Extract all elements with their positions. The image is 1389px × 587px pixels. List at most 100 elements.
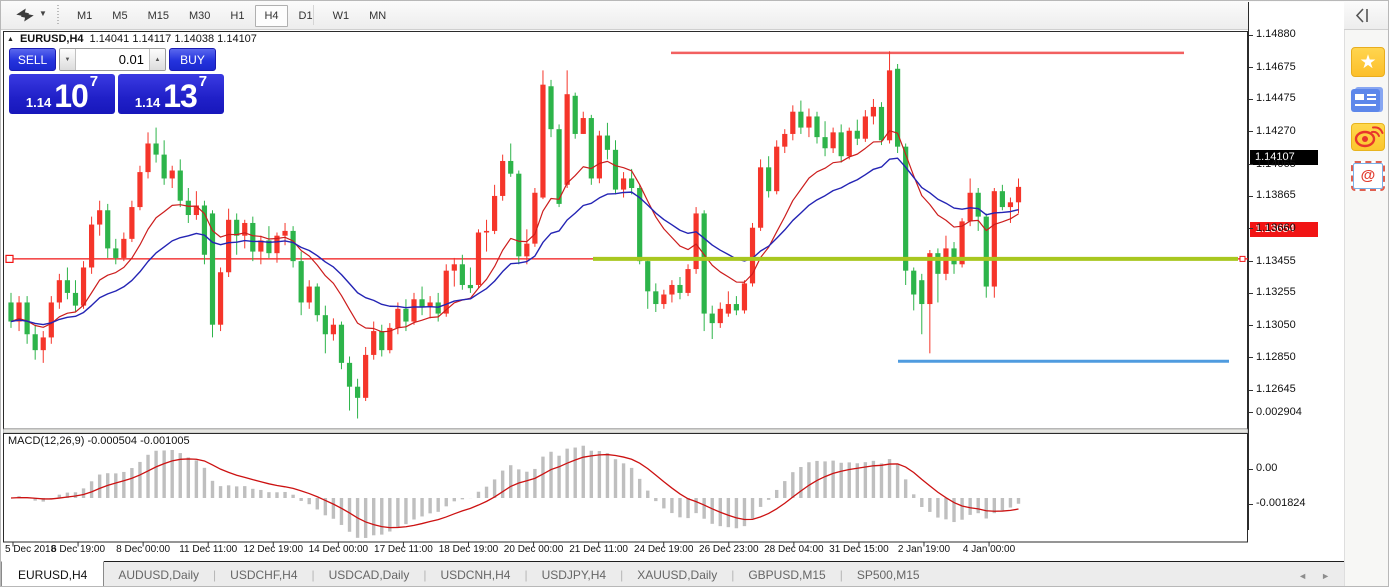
axis-tick-mark (1249, 131, 1253, 132)
tab-scroll-controls: ◄ ► (1298, 562, 1330, 587)
volume-input[interactable] (76, 49, 149, 70)
sell-button[interactable]: SELL (9, 48, 56, 71)
toolbar-drag-handle[interactable] (56, 5, 60, 26)
chart-tool-icon[interactable] (13, 6, 37, 24)
tab-sp500-m15[interactable]: SP500,M15 (843, 562, 934, 587)
tab-eurusd-h4[interactable]: EURUSD,H4 (1, 561, 104, 587)
time-tick-label: 28 Dec 04:00 (764, 544, 824, 555)
ask-pipette: 7 (199, 76, 207, 88)
trading-platform-window: ▼ M1M5M15M30H1H4D1W1MN ▲ EURUSD,H4 1.140… (0, 0, 1389, 587)
price-tick-label: 1.13255 (1256, 286, 1296, 298)
price-tick-label: 1.14065 (1256, 158, 1296, 170)
favorites-star-icon[interactable]: ★ (1351, 47, 1385, 77)
timeframe-buttons: M1M5M15M30H1H4D1W1MN (67, 4, 396, 27)
axis-tick-mark (1249, 357, 1253, 358)
sell-price-display[interactable]: 1.14 10 7 (9, 74, 115, 114)
chevron-down-icon[interactable]: ▼ (39, 9, 47, 18)
price-tick-label: 1.13050 (1256, 319, 1296, 331)
tab-xauusd-daily[interactable]: XAUUSD,Daily (623, 562, 731, 587)
time-tick-label: 11 Dec 11:00 (179, 544, 237, 555)
tf-button-d1[interactable]: D1 (290, 5, 322, 27)
time-tick-label: 17 Dec 11:00 (374, 544, 433, 555)
tab-usdcnh-h4[interactable]: USDCNH,H4 (426, 562, 524, 587)
bid-pipette: 7 (90, 76, 98, 88)
axis-tick-mark (1249, 196, 1253, 197)
scroll-right-icon[interactable]: ► (1321, 571, 1330, 581)
chart-title: ▲ EURUSD,H4 1.14041 1.14117 1.14038 1.14… (7, 33, 257, 45)
email-at-icon[interactable]: @ (1351, 161, 1385, 191)
volume-increase-button[interactable]: ▲ (149, 49, 165, 70)
time-tick-label: 31 Dec 15:00 (829, 544, 889, 555)
bid-big-digits: 10 (54, 82, 88, 110)
weibo-icon[interactable] (1351, 123, 1385, 151)
tab-usdchf-h4[interactable]: USDCHF,H4 (216, 562, 311, 587)
time-tick-label: 20 Dec 00:00 (504, 544, 564, 555)
price-tick-label: 1.12645 (1256, 383, 1296, 395)
tf-button-h4[interactable]: H4 (255, 5, 287, 27)
axis-tick-mark (1249, 35, 1253, 36)
time-tick-label: 6 Dec 19:00 (51, 544, 105, 555)
axis-tick-mark (1249, 67, 1253, 68)
tab-gbpusd-m15[interactable]: GBPUSD,M15 (734, 562, 839, 587)
axis-tick-mark (1249, 412, 1253, 413)
price-tick-label: 0.002904 (1256, 406, 1302, 418)
news-icon[interactable] (1351, 87, 1385, 114)
axis-tick-mark (1249, 325, 1253, 326)
expand-triangle-icon: ▲ (7, 36, 14, 43)
price-tick-label: 1.13455 (1256, 255, 1296, 267)
time-axis: 5 Dec 20186 Dec 19:00 8 Dec 00:00 11 Dec 1… (3, 544, 1248, 560)
time-tick-label: 21 Dec 11:00 (569, 544, 628, 555)
axis-tick-mark (1249, 99, 1253, 100)
time-tick-label: 18 Dec 19:00 (439, 544, 499, 555)
tf-button-m15[interactable]: M15 (139, 5, 178, 27)
tf-button-mn[interactable]: MN (360, 5, 395, 27)
axis-tick-mark (1249, 164, 1253, 165)
time-tick-label: 8 Dec 00:00 (116, 544, 170, 555)
axis-tick-mark (1249, 293, 1253, 294)
time-tick-label: 12 Dec 19:00 (244, 544, 304, 555)
axis-tick-mark (1249, 390, 1253, 391)
time-tick-label: 4 Jan 00:00 (963, 544, 1015, 555)
toolbar-separator (313, 5, 314, 25)
tf-button-m5[interactable]: M5 (103, 5, 136, 27)
price-tick-label: 1.12850 (1256, 351, 1296, 363)
price-tick-label: 1.13660 (1256, 222, 1296, 234)
tf-button-m1[interactable]: M1 (68, 5, 101, 27)
buy-button[interactable]: BUY (169, 48, 216, 71)
axis-tick-mark (1249, 261, 1253, 262)
ask-prefix: 1.14 (135, 95, 160, 110)
macd-indicator-label: MACD(12,26,9) -0.000504 -0.001005 (8, 435, 190, 447)
price-tick-label: -0.001824 (1256, 497, 1306, 509)
price-tick-label: 0.00 (1256, 462, 1277, 474)
ask-big-digits: 13 (163, 82, 197, 110)
price-tick-label: 1.13865 (1256, 189, 1296, 201)
ohlc-values: 1.14041 1.14117 1.14038 1.14107 (90, 33, 257, 45)
tab-usdcad-daily[interactable]: USDCAD,Daily (315, 562, 424, 587)
time-tick-label: 14 Dec 00:00 (309, 544, 369, 555)
axis-tick-mark (1249, 504, 1253, 505)
collapse-sidebar-icon[interactable] (1353, 6, 1377, 25)
scroll-left-icon[interactable]: ◄ (1298, 571, 1307, 581)
price-tick-label: 1.14475 (1256, 92, 1296, 104)
tab-usdjpy-h4[interactable]: USDJPY,H4 (528, 562, 620, 587)
axis-tick-mark (1249, 228, 1253, 229)
volume-decrease-button[interactable]: ▼ (60, 49, 76, 70)
time-tick-label: 26 Dec 23:00 (699, 544, 759, 555)
right-sidebar: ★ @ (1344, 30, 1389, 587)
price-axis[interactable]: 1.14107 1.13654 1.148801.146751.144751.1… (1248, 2, 1344, 530)
time-tick-label: 24 Dec 19:00 (634, 544, 694, 555)
top-toolbar: ▼ M1M5M15M30H1H4D1W1MN (1, 1, 1389, 30)
buy-price-display[interactable]: 1.14 13 7 (118, 74, 224, 114)
chart-window[interactable]: ▲ EURUSD,H4 1.14041 1.14117 1.14038 1.14… (1, 30, 1344, 561)
tf-button-m30[interactable]: M30 (180, 5, 219, 27)
price-tick-label: 1.14270 (1256, 125, 1296, 137)
chart-tab-bar: EURUSD,H4AUDUSD,Daily|USDCHF,H4|USDCAD,D… (1, 561, 1344, 587)
one-click-trade-panel: SELL ▼ ▲ BUY 1.14 10 7 1.14 13 7 (9, 48, 224, 114)
tf-button-w1[interactable]: W1 (324, 5, 359, 27)
axis-tick-mark (1249, 469, 1253, 470)
bid-prefix: 1.14 (26, 95, 51, 110)
tab-audusd-daily[interactable]: AUDUSD,Daily (104, 562, 213, 587)
time-tick-label: 5 Dec 2018 (5, 544, 56, 555)
tf-button-h1[interactable]: H1 (221, 5, 253, 27)
price-tick-label: 1.14880 (1256, 28, 1296, 40)
